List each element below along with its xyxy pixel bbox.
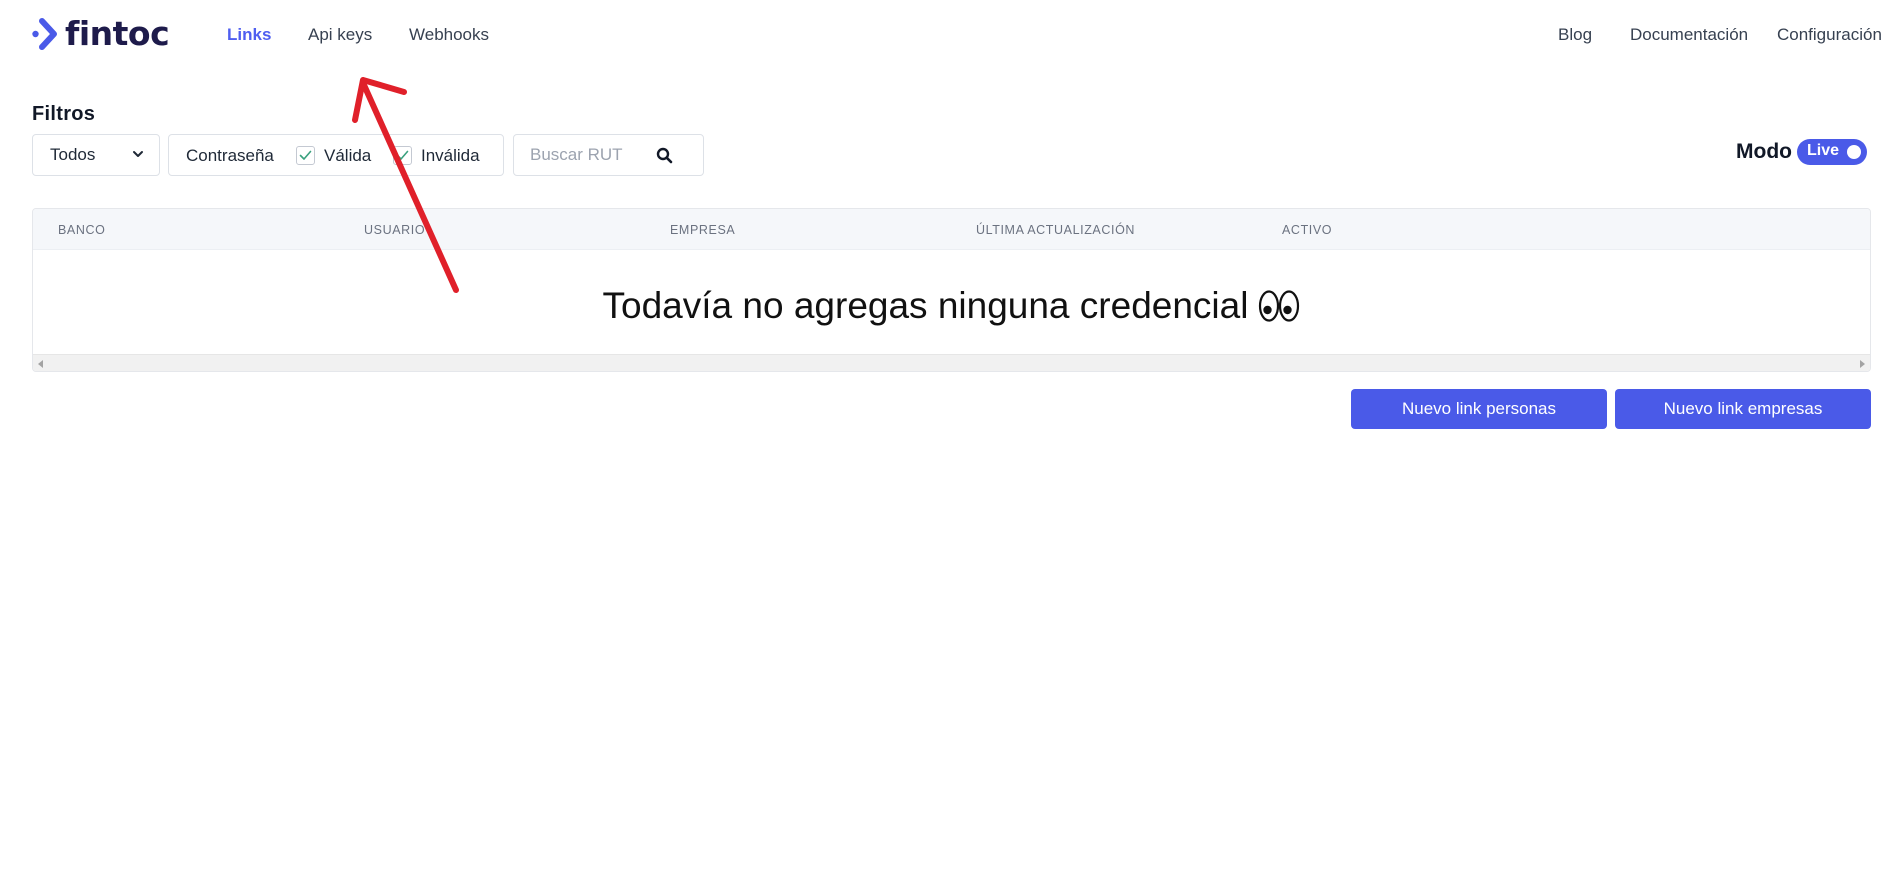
column-header-empresa[interactable]: EMPRESA [670, 223, 735, 237]
credentials-table: BANCO USUARIO EMPRESA ÚLTIMA ACTUALIZACI… [32, 208, 1871, 372]
status-select-value: Todos [50, 145, 96, 164]
invalid-checkbox-label[interactable]: Inválida [421, 146, 480, 166]
horizontal-scrollbar[interactable] [33, 354, 1870, 371]
table-header: BANCO USUARIO EMPRESA ÚLTIMA ACTUALIZACI… [33, 209, 1870, 250]
invalid-checkbox[interactable] [393, 146, 412, 165]
brand-logo[interactable]: fintoc [31, 14, 170, 53]
mode-label: Modo [1736, 140, 1792, 163]
nav-link-documentacion[interactable]: Documentación [1630, 25, 1748, 45]
new-link-empresas-button[interactable]: Nuevo link empresas [1615, 389, 1871, 429]
column-header-ultima-actualizacion[interactable]: ÚLTIMA ACTUALIZACIÓN [976, 223, 1135, 237]
valid-checkbox-label[interactable]: Válida [324, 146, 371, 166]
new-link-personas-button[interactable]: Nuevo link personas [1351, 389, 1607, 429]
nav-link-configuracion[interactable]: Configuración [1777, 25, 1882, 45]
eyes-emoji-icon [1259, 290, 1300, 322]
chevron-down-icon [133, 151, 143, 157]
filters-title: Filtros [32, 103, 96, 125]
empty-state-message: Todavía no agregas ninguna credencial [33, 285, 1870, 327]
column-header-activo[interactable]: ACTIVO [1282, 223, 1332, 237]
password-filter-label: Contraseña [186, 146, 274, 165]
check-icon [396, 150, 409, 160]
check-icon [299, 150, 312, 160]
valid-checkbox[interactable] [296, 146, 315, 165]
nav-link-api-keys[interactable]: Api keys [308, 25, 372, 45]
nav-link-webhooks[interactable]: Webhooks [409, 25, 489, 45]
scroll-right-arrow[interactable] [1860, 360, 1865, 368]
brand-name: fintoc [65, 14, 170, 53]
rut-search-input[interactable] [514, 135, 664, 175]
nav-link-links[interactable]: Links [227, 25, 271, 45]
column-header-usuario[interactable]: USUARIO [364, 223, 425, 237]
nav-link-blog[interactable]: Blog [1558, 25, 1592, 45]
password-filter-group: Contraseña Válida Inválida [168, 134, 504, 176]
toggle-knob [1847, 145, 1861, 159]
rut-search-box [513, 134, 704, 176]
annotation-arrow [352, 77, 459, 293]
status-select[interactable]: Todos [32, 134, 160, 176]
search-icon[interactable] [656, 147, 673, 164]
column-header-banco[interactable]: BANCO [58, 223, 105, 237]
fintoc-logo-icon [32, 18, 57, 50]
top-navbar: fintoc Links Api keys Webhooks Blog Docu… [0, 0, 1894, 70]
live-mode-toggle[interactable]: Live [1797, 139, 1867, 165]
empty-state-text: Todavía no agregas ninguna credencial [602, 285, 1249, 326]
scroll-left-arrow[interactable] [38, 360, 43, 368]
live-mode-label: Live [1807, 142, 1840, 159]
